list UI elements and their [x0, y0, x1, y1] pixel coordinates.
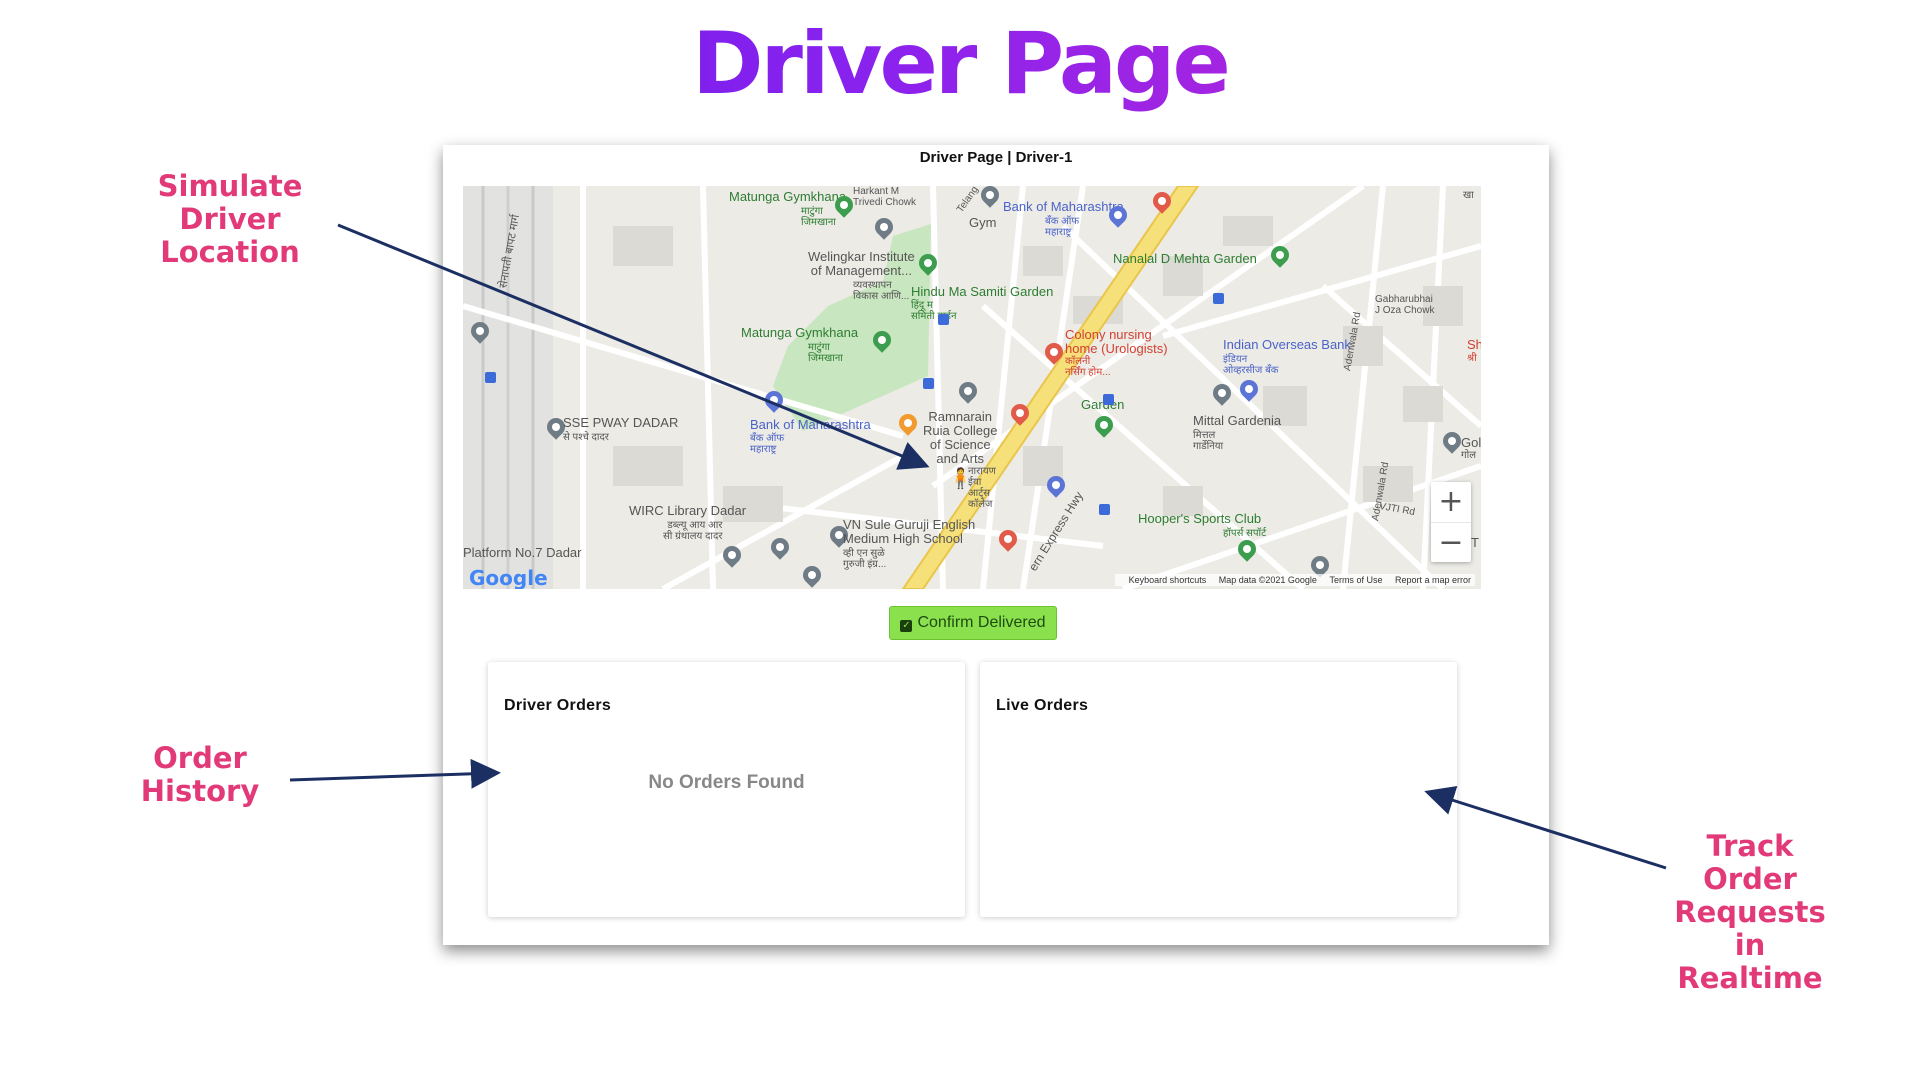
map-label-gabharubhai: Gabharubhai J Oza Chowk [1375, 294, 1435, 316]
map-label-sh-local: श्री [1467, 353, 1477, 364]
map-label-matunga-gymkhana: Matunga Gymkhana [729, 189, 847, 204]
driver-page-window: Driver Page | Driver-1 Matunga Gymkhana … [443, 145, 1549, 945]
keyboard-shortcuts-link[interactable]: Keyboard shortcuts [1129, 575, 1207, 585]
map-label-nanalal-garden: Nanalal D Mehta Garden [1113, 251, 1257, 266]
confirm-delivered-label: Confirm Delivered [917, 614, 1046, 631]
zoom-in-button[interactable]: + [1431, 482, 1471, 523]
callout-simulate-driver-location: Simulate Driver Location [157, 169, 303, 269]
map-label-sse-pway-dadar: SSE PWAY DADAR [563, 415, 679, 430]
map-data-attribution: Map data ©2021 Google [1218, 575, 1317, 585]
map-label-indian-overseas-bank: Indian Overseas Bank [1223, 337, 1351, 352]
google-logo-text: Google [469, 566, 548, 589]
map-label-vn-sule-school-local: व्ही एन सुळे गुरुजी इंग्र... [843, 548, 887, 570]
map-label-colony-nursing-home-local: कॉलनी नर्सिंग होम... [1065, 356, 1111, 378]
map-label-mittal-gardenia-local: मित्तल गार्डेनिया [1193, 430, 1224, 452]
map-label-welingkar: Welingkar Institute of Management... [808, 249, 915, 278]
bus-stop-icon[interactable] [1103, 394, 1114, 405]
checkbox-checked-icon: ✓ [900, 620, 913, 632]
map-label-hoopers-sports-club: Hooper's Sports Club [1138, 511, 1262, 526]
map-label-colony-nursing-home: Colony nursing home (Urologists) [1065, 327, 1168, 356]
map-label-hoopers-sports-club-local: हॉपर्स सपॉर्ट [1223, 528, 1267, 539]
window-title: Driver Page | Driver-1 [919, 149, 1073, 166]
terms-of-use-link[interactable]: Terms of Use [1329, 575, 1382, 585]
map-label-bank-of-maharashtra-mid-local: बँक ऑफ महाराष्ट्र [750, 433, 785, 455]
map-label-mittal-gardenia: Mittal Gardenia [1193, 413, 1282, 428]
no-orders-message: No Orders Found [648, 772, 805, 793]
map-label-vn-sule-school: VN Sule Guruji English Medium High Schoo… [843, 517, 976, 546]
map-label-welingkar-local: व्यवस्थापन विकास आणि... [853, 280, 910, 302]
live-orders-title: Live Orders [996, 697, 1089, 714]
map-label-sse-pway-dadar-local: से पश्चे दादर [563, 432, 609, 443]
map-label-indian-overseas-bank-local: इंडियन ओव्हरसीज बँक [1223, 354, 1279, 376]
callout-order-history: Order History [140, 741, 260, 808]
map-label-ruia-college: Ramnarain Ruia College of Science and Ar… [923, 409, 998, 466]
google-logo[interactable]: Google [469, 566, 548, 589]
map-label-gym: Gym [969, 215, 997, 230]
map-label-bank-of-maharashtra-top-local: बँक ऑफ महाराष्ट्र [1045, 216, 1080, 238]
map-label-platform-7-dadar: Platform No.7 Dadar [463, 545, 582, 560]
map-label-sh: Sh [1467, 337, 1481, 352]
map-label-hindu-ma-samiti: Hindu Ma Samiti Garden [911, 284, 1054, 299]
zoom-out-button[interactable]: − [1431, 523, 1471, 563]
map-label-wirc-library: WIRC Library Dadar [629, 503, 747, 518]
map-label-matunga-gymkhana-local: माटुंगा जिमखाना [801, 206, 836, 228]
driver-location-marker-icon[interactable]: 🧍 [948, 469, 973, 489]
driver-orders-title: Driver Orders [504, 697, 612, 714]
map-label-edge-t: T [1471, 535, 1479, 550]
map-zoom-control: + − [1431, 482, 1471, 562]
bus-stop-icon[interactable] [1099, 504, 1110, 515]
callout-track-order-requests: Track Order Requests in Realtime [1674, 829, 1826, 995]
bus-stop-icon[interactable] [1213, 293, 1224, 304]
slide-title: Driver Page [0, 14, 1920, 114]
map-label-gol-local: गोल [1461, 450, 1476, 461]
report-map-error-link[interactable]: Report a map error [1395, 575, 1471, 585]
map-label-matunga-gymkhana-2-local: माटुंगा जिमखाना [808, 342, 843, 364]
confirm-delivered-button[interactable]: ✓ Confirm Delivered [889, 606, 1057, 640]
map-label-matunga-gymkhana-2: Matunga Gymkhana [741, 325, 859, 340]
live-orders-card: Live Orders [980, 662, 1457, 917]
driver-orders-card: Driver Orders No Orders Found [488, 662, 965, 917]
bus-stop-icon[interactable] [923, 378, 934, 389]
map-label-kha: खा [1463, 190, 1474, 201]
map-label-gol: Gol [1461, 435, 1481, 450]
map-label-harkant: Harkant M Trivedi Chowk [853, 186, 916, 208]
map-label-hindu-ma-samiti-local: हिंदू म समिती गार्डन [911, 300, 957, 322]
map-label-bank-of-maharashtra-mid: Bank of Maharashtra [750, 417, 871, 432]
map-label-bank-of-maharashtra-top: Bank of Maharashtra [1003, 199, 1124, 214]
map-view[interactable]: Matunga Gymkhana माटुंगा जिमखाना Harkant… [463, 186, 1481, 589]
map-label-wirc-library-local: डब्ल्यू आय आर सी ग्रंथालय दादर [663, 520, 723, 542]
bus-stop-icon[interactable] [485, 372, 496, 383]
map-footer: Keyboard shortcuts Map data ©2021 Google… [1114, 574, 1475, 586]
bus-stop-icon[interactable] [938, 314, 949, 325]
